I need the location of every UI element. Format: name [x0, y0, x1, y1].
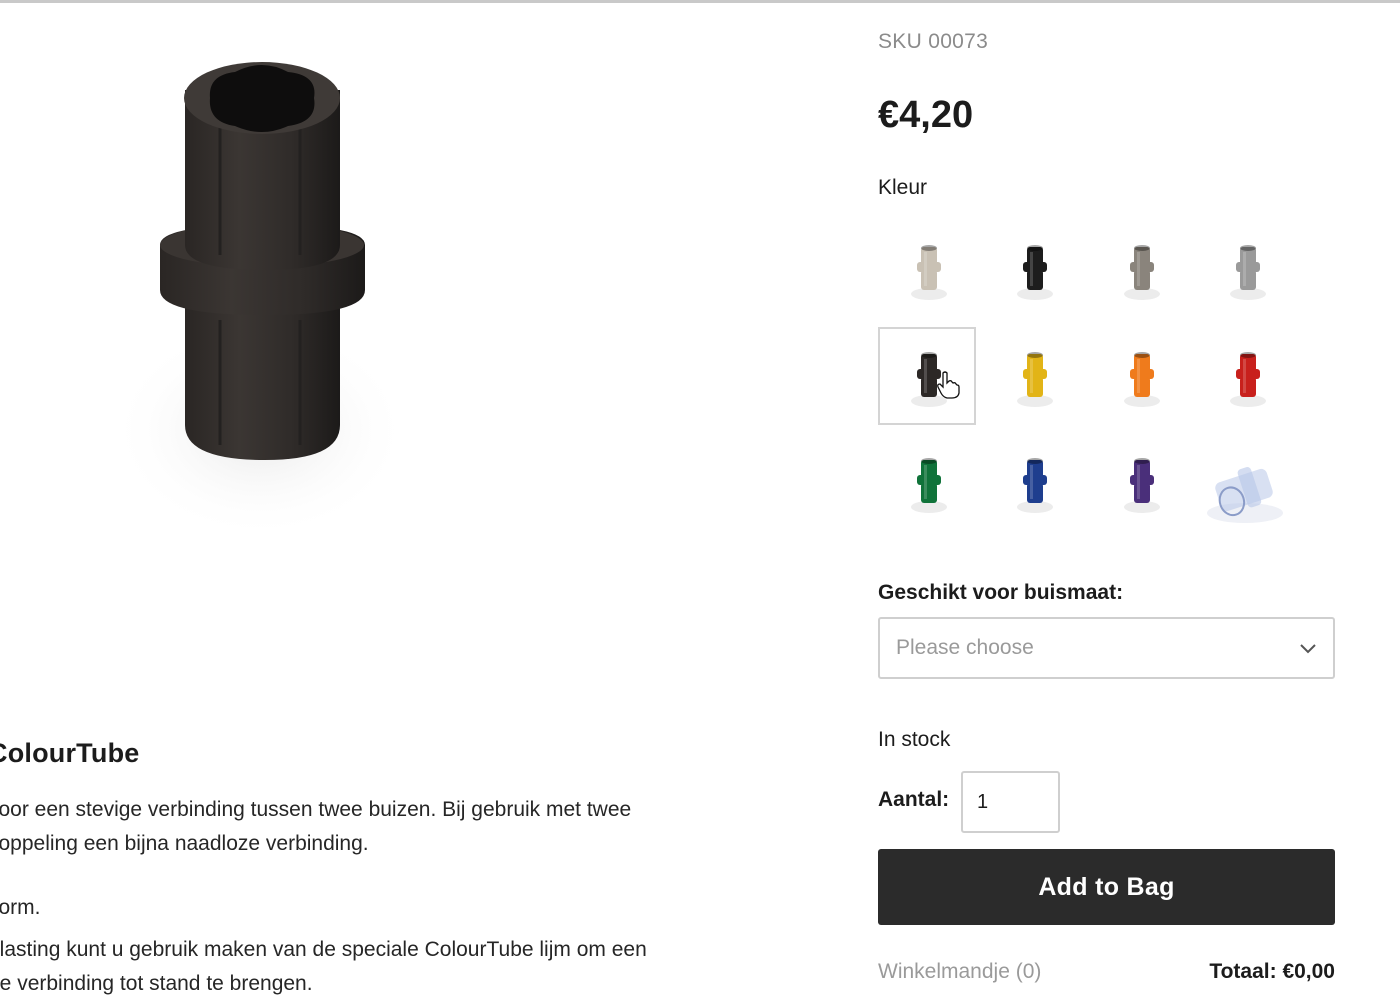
- connector-green-icon: [911, 458, 947, 513]
- stock-status: In stock: [878, 728, 951, 751]
- cart-total: Totaal: €0,00: [1209, 960, 1335, 983]
- color-swatch-purple[interactable]: [1091, 433, 1189, 531]
- color-swatch-orange[interactable]: [1091, 327, 1189, 425]
- connector-transparent-icon: [1207, 467, 1283, 523]
- color-swatch-transparent[interactable]: [1197, 433, 1295, 531]
- add-to-bag-button[interactable]: Add to Bag: [878, 849, 1335, 925]
- colourtube-connector-icon: [110, 62, 410, 540]
- description-text: ne verbinding tot stand te brengen.: [0, 972, 313, 995]
- color-swatch-black[interactable]: [984, 220, 1082, 318]
- color-swatch-green[interactable]: [878, 433, 976, 531]
- connector-yellow-icon: [1017, 352, 1053, 407]
- connector-grey-icon: [1124, 245, 1160, 300]
- color-swatch-yellow[interactable]: [984, 327, 1082, 425]
- product-sku: SKU 00073: [878, 30, 989, 53]
- color-swatch-light-grey[interactable]: [1197, 220, 1295, 318]
- color-swatch-grey[interactable]: [1091, 220, 1189, 318]
- description-text: vorm.: [0, 896, 41, 919]
- connector-light-grey-icon: [1230, 245, 1266, 300]
- tube-size-select[interactable]: Please choose: [878, 617, 1335, 679]
- description-text: koppeling een bijna naadloze verbinding.: [0, 832, 369, 855]
- color-swatch-red[interactable]: [1197, 327, 1295, 425]
- description-title: ColourTube: [0, 738, 140, 768]
- tube-size-placeholder: Please choose: [896, 636, 1034, 659]
- connector-red-icon: [1230, 352, 1266, 407]
- color-swatch-dark-brown[interactable]: [878, 327, 976, 425]
- chevron-down-icon: [1299, 642, 1317, 660]
- connector-purple-icon: [1124, 458, 1160, 513]
- product-price: €4,20: [878, 94, 974, 136]
- product-description: ColourTube voor een stevige verbinding t…: [0, 738, 788, 1001]
- connector-orange-icon: [1124, 352, 1160, 407]
- connector-dark-brown-icon: [911, 352, 947, 407]
- tube-size-label: Geschikt voor buismaat:: [878, 581, 1124, 604]
- color-swatch-grid: [878, 220, 1308, 530]
- color-swatch-beige[interactable]: [878, 220, 976, 318]
- description-text: voor een stevige verbinding tussen twee …: [0, 798, 632, 821]
- quantity-label: Aantal:: [878, 788, 950, 811]
- product-image: [90, 30, 450, 550]
- color-label: Kleur: [878, 176, 928, 199]
- connector-black-icon: [1017, 245, 1053, 300]
- connector-beige-icon: [911, 245, 947, 300]
- connector-blue-icon: [1017, 458, 1053, 513]
- color-swatch-blue[interactable]: [984, 433, 1082, 531]
- description-text: elasting kunt u gebruik maken van de spe…: [0, 938, 647, 961]
- quantity-input[interactable]: [961, 771, 1060, 833]
- cart-link[interactable]: Winkelmandje (0): [878, 960, 1041, 984]
- top-border: [0, 0, 1400, 3]
